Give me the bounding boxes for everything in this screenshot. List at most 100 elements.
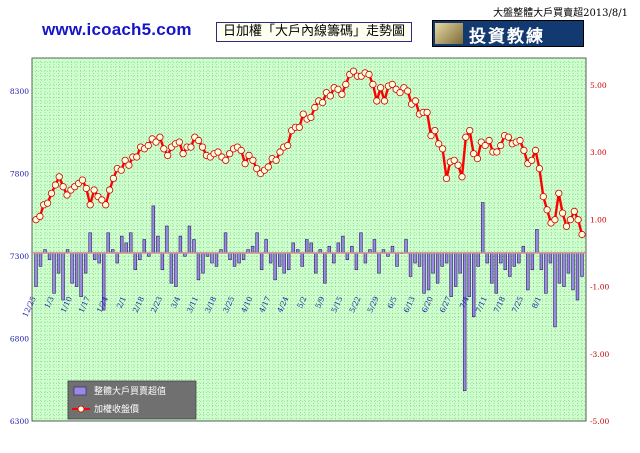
bar <box>255 232 259 254</box>
bar <box>138 252 142 260</box>
bar <box>88 232 92 254</box>
price-point <box>558 209 567 217</box>
bar <box>503 252 507 271</box>
price-point <box>462 133 470 141</box>
bar <box>214 252 219 267</box>
price-point <box>551 216 559 224</box>
price-point <box>47 189 56 197</box>
price-point <box>36 212 44 220</box>
price-point <box>86 201 94 209</box>
bar <box>395 252 399 267</box>
bar <box>580 252 584 277</box>
bar <box>61 252 65 301</box>
bar <box>70 252 74 284</box>
bar <box>359 232 363 254</box>
price-point <box>160 145 168 153</box>
bar <box>165 225 169 254</box>
bar <box>512 252 517 267</box>
bar <box>286 252 291 271</box>
bar <box>571 252 575 291</box>
bar <box>467 252 471 297</box>
price-point <box>318 99 327 107</box>
bar <box>449 252 453 297</box>
price-point <box>438 145 447 153</box>
bar <box>106 232 110 254</box>
price-point <box>342 80 350 89</box>
price-point <box>249 156 257 164</box>
price-point <box>531 146 540 154</box>
bar <box>300 252 304 267</box>
price-point <box>264 163 272 171</box>
price-point <box>102 201 110 209</box>
bar <box>160 252 165 271</box>
price-point <box>175 138 183 146</box>
bar <box>566 252 571 274</box>
bar <box>517 252 521 264</box>
bar <box>47 252 52 260</box>
bar <box>535 229 539 254</box>
bar <box>264 239 268 254</box>
bar <box>332 252 336 264</box>
right-tick-label: 3.00 <box>590 148 607 157</box>
bar <box>156 235 160 254</box>
price-point <box>198 143 207 151</box>
price-point <box>497 141 505 150</box>
price-point <box>369 80 377 89</box>
price-point <box>528 156 536 164</box>
bar <box>539 252 544 271</box>
right-tick-label: -5.00 <box>590 417 609 426</box>
bar <box>422 252 426 294</box>
bar <box>444 252 449 264</box>
bar <box>210 252 214 264</box>
bar <box>404 239 408 254</box>
price-point <box>520 146 528 154</box>
bar <box>74 252 79 287</box>
bar <box>228 252 232 260</box>
price-point <box>241 160 249 168</box>
bar <box>268 252 273 264</box>
bar <box>544 252 548 294</box>
price-point <box>222 156 230 164</box>
price-point <box>295 123 303 131</box>
price-point <box>109 174 118 182</box>
price-point <box>454 161 462 169</box>
price-point <box>373 97 381 105</box>
bar <box>350 245 354 254</box>
price-point <box>43 199 52 207</box>
price-point <box>311 103 319 112</box>
price-point <box>326 92 334 100</box>
bar <box>237 252 241 264</box>
price-point <box>195 136 203 145</box>
price-point <box>187 143 195 151</box>
price-point <box>458 173 466 181</box>
bar <box>34 252 38 287</box>
bar <box>259 252 264 271</box>
bar <box>327 245 332 254</box>
bar <box>508 252 512 277</box>
price-point <box>106 186 114 194</box>
legend-line-label: 加權收盤價 <box>94 403 139 415</box>
bar <box>526 252 530 291</box>
bar <box>323 252 327 284</box>
price-point <box>543 206 551 214</box>
bar <box>223 232 228 254</box>
price-point <box>133 153 141 161</box>
price-point <box>78 176 87 184</box>
bar <box>309 242 313 254</box>
bar <box>426 252 431 291</box>
left-tick-label: 7300 <box>10 252 29 261</box>
price-point <box>466 127 474 135</box>
price-point <box>156 133 164 141</box>
bar <box>481 202 485 254</box>
bar <box>490 252 494 284</box>
bar <box>408 252 413 277</box>
bar <box>440 252 444 267</box>
price-point <box>380 97 389 105</box>
legend-bar-label: 整體大戶買賣超值 <box>94 385 166 397</box>
left-tick-label: 6800 <box>10 335 29 344</box>
price-point <box>473 155 481 163</box>
bar <box>250 245 255 254</box>
bar <box>192 239 196 254</box>
bar <box>178 235 183 254</box>
price-point <box>179 150 187 158</box>
